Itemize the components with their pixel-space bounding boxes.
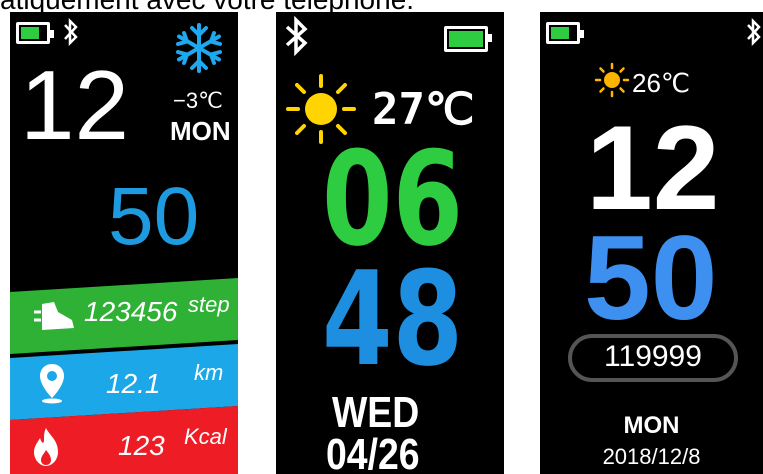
battery-icon	[444, 26, 492, 52]
minute-text: 48	[322, 243, 464, 395]
battery-icon	[546, 22, 584, 44]
steps-unit: step	[188, 292, 230, 317]
location-pin-icon	[40, 364, 64, 404]
calories-value: 123	[118, 430, 165, 461]
bluetooth-icon	[64, 18, 78, 46]
minute-text: 50	[584, 211, 718, 345]
bluetooth-icon	[747, 18, 761, 46]
date-text: 2018/12/8	[602, 444, 701, 469]
minute-text: 50	[108, 171, 200, 262]
shoe-icon	[34, 302, 74, 330]
sun-icon	[594, 62, 630, 98]
distance-value: 12.1	[106, 368, 161, 399]
hour-text: 12	[586, 101, 720, 235]
hour-text: 12	[20, 50, 130, 160]
day-text: MON	[623, 412, 680, 439]
distance-unit: km	[194, 360, 224, 385]
watch-face-1: 12 −3℃ MON 50 123456 step 12.1 km 123 Kc…	[10, 12, 238, 474]
snowflake-icon	[176, 23, 222, 73]
day-text: MON	[170, 116, 231, 146]
temperature-text: 26℃	[632, 68, 691, 98]
watch-face-2: 27℃ 06 48 WED 04/26	[276, 12, 504, 474]
battery-icon	[16, 22, 54, 44]
steps-value: 119999	[604, 340, 702, 373]
bluetooth-icon	[285, 16, 308, 56]
temperature-text: −3℃	[173, 88, 223, 113]
date-text: 04/26	[326, 430, 420, 474]
calories-unit: Kcal	[184, 424, 227, 449]
calories-band: 123 Kcal	[10, 406, 238, 474]
flame-icon	[34, 428, 58, 466]
watch-face-3: 26℃ 12 50 119999 MON 2018/12/8	[540, 12, 763, 474]
steps-band: 123456 step	[10, 278, 238, 354]
steps-value: 123456	[84, 296, 178, 327]
